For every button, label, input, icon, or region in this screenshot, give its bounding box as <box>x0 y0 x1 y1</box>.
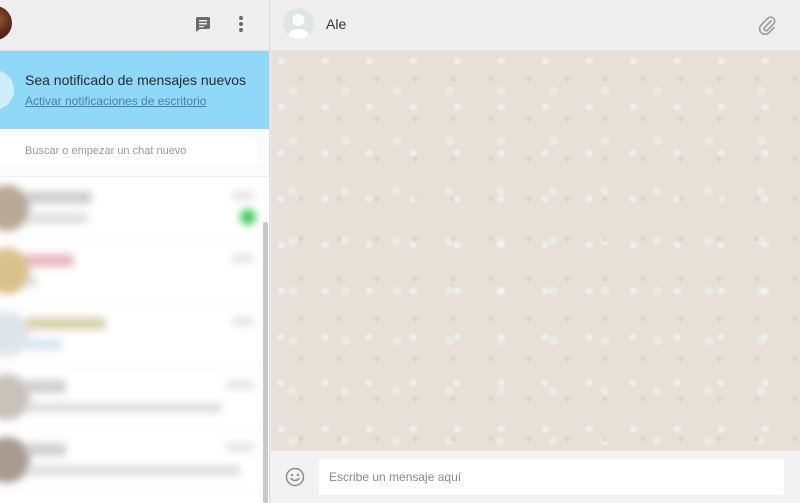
chat-icon <box>196 17 210 32</box>
notification-bell-icon <box>0 70 14 110</box>
notification-banner: Sea notificado de mensajes nuevos Activa… <box>0 51 269 129</box>
chat-preview-redacted <box>26 339 62 350</box>
message-area <box>271 51 800 451</box>
contact-name[interactable]: Ale <box>326 16 346 32</box>
chat-list-item[interactable] <box>0 366 262 429</box>
more-vertical-icon <box>239 16 243 32</box>
chat-name-redacted <box>26 443 66 456</box>
new-chat-button[interactable] <box>191 12 215 36</box>
search-bar <box>0 129 269 177</box>
unread-badge <box>240 209 256 225</box>
paperclip-icon <box>758 16 776 35</box>
conversation-pane: Ale <box>271 0 800 503</box>
chat-preview-redacted <box>26 213 88 224</box>
notification-title: Sea notificado de mensajes nuevos <box>25 72 247 88</box>
chat-list-item[interactable] <box>0 303 262 366</box>
chat-preview-redacted <box>26 465 240 476</box>
chat-preview-redacted <box>26 402 222 413</box>
chat-preview-redacted <box>26 276 38 287</box>
contact-avatar[interactable] <box>283 8 314 39</box>
chat-time-redacted <box>232 254 254 263</box>
chat-name-redacted <box>26 254 74 267</box>
chat-time-redacted <box>232 191 254 200</box>
chat-name-redacted <box>26 191 92 204</box>
default-avatar-icon <box>287 14 310 39</box>
menu-button[interactable] <box>229 12 253 36</box>
chat-name-redacted <box>26 317 106 330</box>
my-avatar[interactable] <box>0 6 12 40</box>
sidebar: Sea notificado de mensajes nuevos Activa… <box>0 0 270 503</box>
chat-name-redacted <box>26 380 66 393</box>
chat-time-redacted <box>226 380 254 389</box>
chat-time-redacted <box>232 317 254 326</box>
message-composer <box>271 451 800 503</box>
chat-list-scrollbar[interactable] <box>263 222 268 503</box>
chat-list <box>0 177 262 503</box>
message-input[interactable] <box>319 459 784 495</box>
chat-list-item[interactable] <box>0 240 262 303</box>
conversation-header: Ale <box>271 0 800 51</box>
search-input[interactable] <box>0 137 258 165</box>
attach-button[interactable] <box>756 14 778 36</box>
emoji-button[interactable] <box>285 467 305 487</box>
chat-list-item[interactable] <box>0 177 262 240</box>
smiley-icon <box>285 467 305 487</box>
sidebar-header <box>0 0 269 51</box>
chat-list-item[interactable] <box>0 429 262 492</box>
enable-notifications-link[interactable]: Activar notificaciones de escritorio <box>25 94 206 108</box>
chat-time-redacted <box>226 443 254 452</box>
